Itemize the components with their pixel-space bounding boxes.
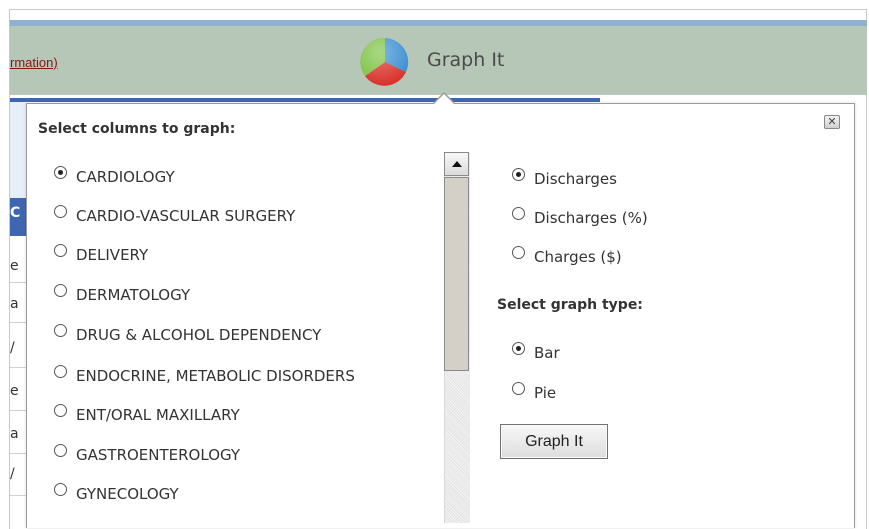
column-option[interactable]: GYNECOLOGY [54, 482, 179, 505]
columns-section-title: Select columns to graph: [38, 121, 236, 137]
measure-option[interactable]: Charges ($) [512, 245, 622, 268]
column-option-label: GYNECOLOGY [76, 485, 179, 503]
background-letter: e [10, 258, 19, 274]
column-option-label: DERMATOLOGY [76, 286, 191, 304]
information-link[interactable]: rmation) [10, 55, 58, 70]
radio-button[interactable] [512, 206, 525, 220]
column-option[interactable]: DELIVERY [54, 243, 149, 266]
radio-button[interactable] [54, 443, 67, 457]
background-letter: / [10, 466, 15, 482]
radio-button[interactable] [54, 283, 67, 297]
background-letter: C [10, 205, 21, 221]
column-option-label: CARDIO-VASCULAR SURGERY [76, 207, 296, 225]
close-icon[interactable]: ✕ [824, 115, 840, 129]
radio-button[interactable] [512, 381, 525, 395]
header-title: Graph It [427, 49, 505, 71]
radio-button[interactable] [512, 341, 525, 355]
column-option[interactable]: DERMATOLOGY [54, 283, 191, 306]
column-option[interactable]: ENDOCRINE, METABOLIC DISORDERS [54, 364, 355, 387]
background-row-divider [10, 410, 26, 411]
scroll-up-arrow-icon[interactable] [444, 152, 469, 176]
background-letter: a [10, 426, 19, 442]
background-row-divider [10, 322, 26, 323]
radio-button[interactable] [54, 204, 67, 218]
popup-pointer-inner [433, 94, 455, 105]
column-option-label: ENT/ORAL MAXILLARY [76, 406, 240, 424]
graph-type-option[interactable]: Pie [512, 381, 557, 404]
column-list[interactable]: CARDIOLOGY CARDIO-VASCULAR SURGERY DELIV… [36, 150, 444, 523]
column-option[interactable]: ENT/ORAL MAXILLARY [54, 403, 240, 426]
column-option-label: GASTROENTEROLOGY [76, 446, 241, 464]
measure-option-label: Discharges (%) [534, 209, 648, 227]
measure-option-label: Discharges [534, 170, 617, 188]
radio-button[interactable] [512, 167, 525, 181]
column-option[interactable]: CARDIOLOGY [54, 165, 175, 188]
graph-type-option-label: Pie [534, 384, 557, 402]
graph-type-option[interactable]: Bar [512, 341, 560, 364]
background-row-divider [10, 495, 26, 496]
background-letter: a [10, 296, 19, 312]
measure-option[interactable]: Discharges [512, 167, 617, 190]
radio-button[interactable] [54, 323, 67, 337]
radio-button[interactable] [512, 245, 525, 259]
background-letter: / [10, 340, 15, 356]
background-row-divider [10, 453, 26, 454]
column-option[interactable]: DRUG & ALCOHOL DEPENDENCY [54, 323, 322, 346]
background-table-header [10, 98, 600, 102]
column-option[interactable]: CARDIO-VASCULAR SURGERY [54, 204, 296, 227]
graph-type-section-title: Select graph type: [497, 297, 643, 313]
radio-button[interactable] [54, 403, 67, 417]
column-option-label: DELIVERY [76, 246, 149, 264]
column-option-label: ENDOCRINE, METABOLIC DISORDERS [76, 367, 355, 385]
radio-button[interactable] [54, 364, 67, 378]
measure-option[interactable]: Discharges (%) [512, 206, 648, 229]
column-option[interactable]: GASTROENTEROLOGY [54, 443, 241, 466]
pie-chart-icon[interactable] [359, 36, 411, 88]
column-option-label: DRUG & ALCOHOL DEPENDENCY [76, 326, 322, 344]
graph-type-option-label: Bar [534, 344, 560, 362]
graph-it-button[interactable]: Graph It [500, 424, 608, 459]
column-option-label: CARDIOLOGY [76, 168, 175, 186]
radio-button[interactable] [54, 243, 67, 257]
background-letter: e [10, 383, 19, 399]
background-row-divider [10, 282, 26, 283]
measure-option-label: Charges ($) [534, 248, 622, 266]
radio-button[interactable] [54, 482, 67, 496]
scroll-thumb[interactable] [444, 177, 469, 371]
radio-button[interactable] [54, 165, 67, 179]
background-row-divider [10, 367, 26, 368]
